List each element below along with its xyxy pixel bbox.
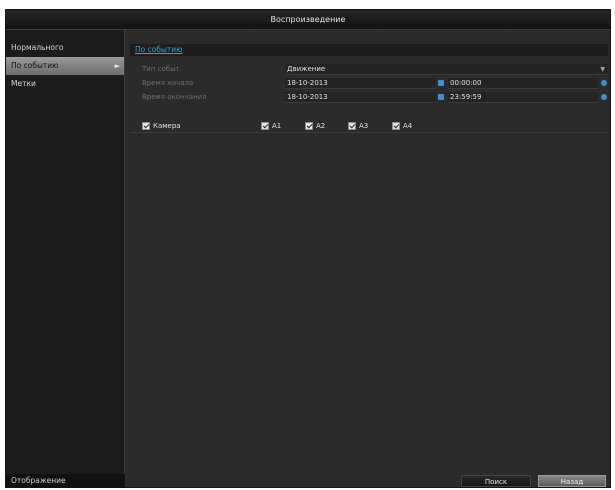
sidebar-item-label: По событию [11, 61, 59, 70]
channel-a4-checkbox[interactable] [392, 122, 400, 130]
chevron-down-icon: ▼ [600, 66, 605, 73]
end-date-field[interactable]: 18-10-2013 [285, 92, 435, 103]
channel-a1-checkbox[interactable] [261, 122, 269, 130]
event-type-label: Тип событ. [142, 65, 182, 73]
calendar-icon[interactable] [438, 94, 444, 100]
calendar-icon[interactable] [438, 80, 444, 86]
channel-a2-label: A2 [316, 122, 326, 130]
end-time-row: Время окончания 18-10-2013 23:59:59 [130, 92, 608, 103]
event-type-value: Движение [287, 65, 326, 73]
sidebar-footer-display[interactable]: Отображение [6, 474, 125, 488]
event-type-select[interactable]: Движение ▼ [285, 64, 608, 75]
start-time-row: Время начала 18-10-2013 00:00:00 [130, 78, 608, 89]
start-time-field[interactable]: 00:00:00 [448, 78, 598, 89]
channel-row: Камера A1 A2 A3 A4 [130, 119, 608, 133]
sidebar-item-normal[interactable]: Нормального [6, 39, 124, 57]
playback-window: Воспроизведение Нормального По событию ►… [5, 9, 611, 488]
channel-a2-checkbox[interactable] [305, 122, 313, 130]
start-date-field[interactable]: 18-10-2013 [285, 78, 435, 89]
sidebar-item-label: Метки [11, 79, 36, 88]
clock-icon[interactable] [601, 94, 607, 100]
channel-a1-label: A1 [272, 122, 282, 130]
results-area [130, 134, 608, 472]
clock-icon[interactable] [601, 80, 607, 86]
channel-a3-label: A3 [359, 122, 369, 130]
channel-a4-label: A4 [403, 122, 413, 130]
main-panel: По событию Тип событ. Движение ▼ Время н… [126, 30, 610, 488]
channel-a3-checkbox[interactable] [348, 122, 356, 130]
tab-by-event[interactable]: По событию [135, 44, 182, 56]
back-button[interactable]: Назад [538, 475, 606, 487]
window-title: Воспроизведение [6, 10, 610, 30]
section-header: По событию [130, 44, 608, 56]
sidebar-item-tags[interactable]: Метки [6, 75, 124, 93]
event-type-row: Тип событ. Движение ▼ [130, 64, 608, 75]
sidebar-item-by-event[interactable]: По событию ► [6, 57, 124, 75]
sidebar-item-label: Нормального [11, 43, 64, 52]
search-button[interactable]: Поиск [461, 475, 531, 487]
camera-all-checkbox[interactable] [142, 122, 150, 130]
camera-label: Камера [153, 122, 181, 130]
end-time-label: Время окончания [142, 93, 207, 101]
sidebar: Нормального По событию ► Метки Отображен… [6, 30, 125, 488]
end-time-field[interactable]: 23:59:59 [448, 92, 598, 103]
start-time-label: Время начала [142, 79, 194, 87]
chevron-right-icon: ► [114, 62, 120, 70]
